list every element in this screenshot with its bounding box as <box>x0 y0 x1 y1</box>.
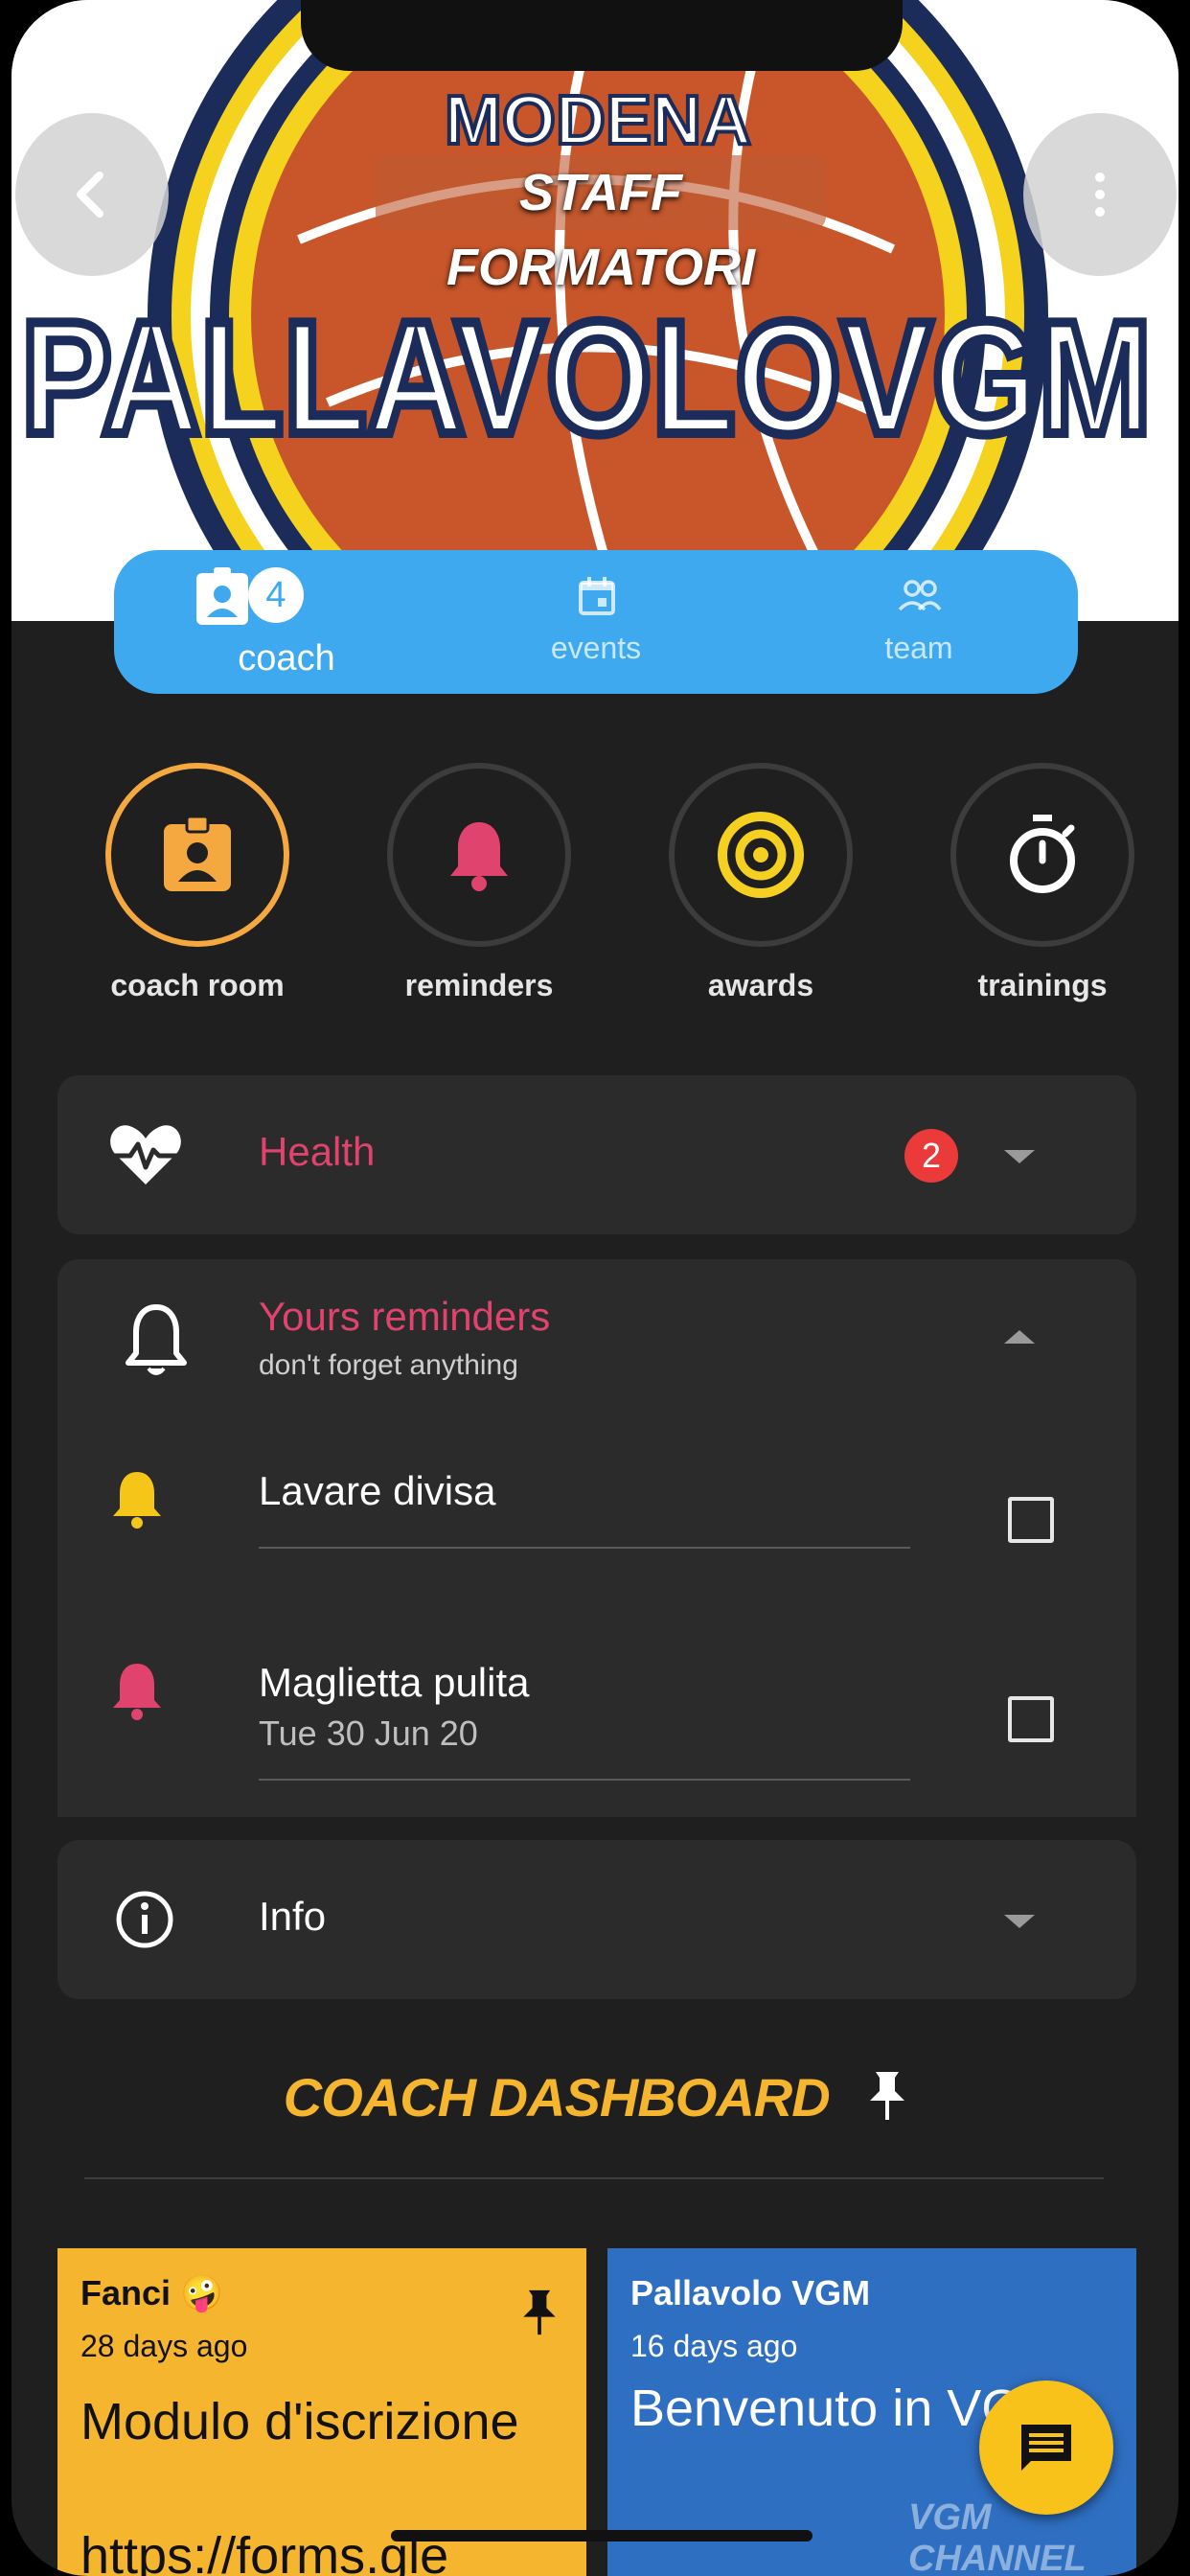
post-author: Fanci 🤪 <box>80 2273 223 2312</box>
back-button[interactable] <box>15 113 169 276</box>
quick-action-ring <box>105 763 289 947</box>
team-logo-banner: MODENA PALLAVOLOVGM <box>11 0 1179 621</box>
tab-events[interactable]: events <box>500 550 692 694</box>
staff-title: STAFF FORMATORI <box>376 155 826 296</box>
quick-action-reminders[interactable]: reminders <box>383 763 575 1003</box>
quick-action-trainings[interactable]: trainings <box>947 763 1138 1003</box>
bell-icon <box>450 822 508 891</box>
chevron-down-icon[interactable] <box>1004 1915 1035 1928</box>
badge-icon <box>196 567 248 625</box>
pin-icon[interactable] <box>521 2288 558 2336</box>
heart-pulse-icon <box>110 1125 181 1184</box>
bell-outline-icon <box>126 1304 187 1375</box>
reminders-subtitle: don't forget anything <box>259 1349 518 1381</box>
info-icon <box>116 1891 173 1948</box>
dashboard-post[interactable]: Fanci 🤪 28 days ago Modulo d'iscrizione … <box>57 2248 586 2576</box>
group-icon <box>898 580 942 611</box>
app-screen: MODENA PALLAVOLOVGM STAFF FORMATORI 4 co… <box>11 0 1179 2576</box>
reminder-divider <box>259 1547 910 1549</box>
quick-action-label: trainings <box>977 968 1108 1002</box>
quick-action-label: awards <box>707 968 814 1002</box>
quick-action-ring <box>387 763 571 947</box>
tab-team[interactable]: team <box>823 550 1015 694</box>
health-badge: 2 <box>904 1129 958 1183</box>
tab-coach-badge: 4 <box>248 567 304 623</box>
reminder-checkbox[interactable] <box>1008 1696 1054 1742</box>
tab-coach-label: coach <box>238 638 335 678</box>
stopwatch-icon <box>1010 815 1075 893</box>
quick-action-coach-room[interactable]: coach room <box>102 763 293 1003</box>
health-card[interactable]: Health 2 <box>57 1075 1136 1234</box>
reminder-title: Lavare divisa <box>259 1468 496 1513</box>
dashboard-title: COACH DASHBOARD <box>11 2066 1179 2128</box>
reminders-title: Yours reminders <box>259 1294 551 1339</box>
logo-wordmark: PALLAVOLOVGM <box>21 288 1152 468</box>
reminder-divider <box>259 1779 910 1781</box>
info-card[interactable]: Info <box>57 1840 1136 1999</box>
tab-team-label: team <box>884 631 953 665</box>
chat-button[interactable] <box>979 2380 1113 2515</box>
home-indicator <box>391 2530 812 2542</box>
reminder-title: Maglietta pulita <box>259 1660 530 1705</box>
quick-action-ring <box>950 763 1134 947</box>
quick-action-awards[interactable]: awards <box>665 763 857 1003</box>
chat-icon <box>1021 2425 1071 2471</box>
tab-bar: 4 coach events team <box>114 550 1078 694</box>
logo-top-text: MODENA <box>445 82 751 159</box>
quick-action-label: reminders <box>404 968 554 1002</box>
post-author: Pallavolo VGM <box>630 2273 871 2312</box>
tab-coach[interactable]: 4 coach <box>191 550 382 694</box>
reminders-card: Yours reminders don't forget anything La… <box>57 1259 1136 1817</box>
post-time: 28 days ago <box>80 2329 248 2363</box>
device-notch <box>301 0 903 71</box>
more-vertical-icon <box>1095 172 1105 217</box>
dashboard-title-text: COACH DASHBOARD <box>283 2067 831 2128</box>
target-icon <box>718 812 804 898</box>
health-title: Health <box>259 1129 376 1174</box>
quick-action-label: coach room <box>110 968 285 1002</box>
chevron-down-icon[interactable] <box>1004 1150 1035 1163</box>
team-logo-image: MODENA PALLAVOLOVGM <box>11 0 1179 621</box>
divider <box>84 2177 1104 2179</box>
reminder-date: Tue 30 Jun 20 <box>259 1714 478 1753</box>
quick-action-ring <box>669 763 853 947</box>
badge-icon <box>164 816 231 891</box>
more-options-button[interactable] <box>1023 113 1177 276</box>
info-title: Info <box>259 1894 327 1939</box>
reminder-checkbox[interactable] <box>1008 1497 1054 1543</box>
calendar-icon <box>579 577 615 615</box>
post-title: Modulo d'iscrizione <box>80 2393 519 2450</box>
post-time: 16 days ago <box>630 2329 798 2363</box>
chevron-up-icon[interactable] <box>1004 1330 1035 1344</box>
bell-icon <box>113 1664 161 1720</box>
chevron-left-icon <box>77 172 103 218</box>
bell-icon <box>113 1472 161 1529</box>
pin-icon <box>870 2072 905 2120</box>
tab-events-label: events <box>550 631 642 665</box>
